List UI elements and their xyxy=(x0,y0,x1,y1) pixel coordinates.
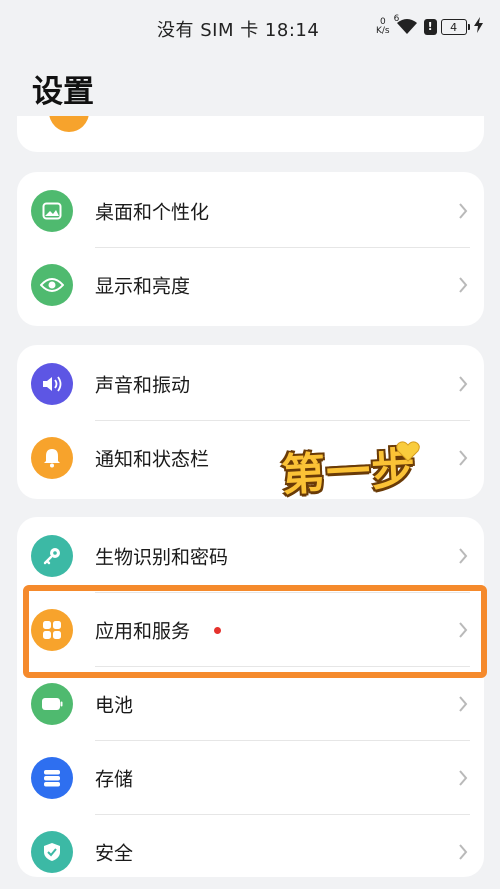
settings-item-battery[interactable]: 电池 xyxy=(17,667,484,741)
chevron-right-icon xyxy=(459,622,468,638)
carrier-time: 没有 SIM 卡 18:14 xyxy=(157,20,320,41)
settings-item-label: 生物识别和密码 xyxy=(95,546,229,569)
settings-item-label: 应用和服务 xyxy=(95,620,191,643)
settings-item-sound[interactable]: 声音和振动 xyxy=(17,347,484,421)
red-dot-badge xyxy=(214,627,221,634)
chevron-right-icon xyxy=(459,376,468,392)
wifi-label: 6 xyxy=(393,14,400,24)
chevron-right-icon xyxy=(459,696,468,712)
wifi-icon: 6 xyxy=(394,14,420,36)
battery-icon xyxy=(31,683,73,725)
settings-group-display: 桌面和个性化 显示和亮度 xyxy=(17,172,484,326)
speaker-icon xyxy=(31,363,73,405)
net-speed-indicator: 0 K/s xyxy=(376,18,390,36)
settings-item-label: 通知和状态栏 xyxy=(95,448,210,471)
battery-level: 4 xyxy=(440,19,467,35)
settings-item-storage[interactable]: 存储 xyxy=(17,741,484,815)
settings-item-label: 显示和亮度 xyxy=(95,275,191,298)
alert-icon: ! xyxy=(423,19,437,35)
settings-item-label: 桌面和个性化 xyxy=(95,201,210,224)
net-speed-unit: K/s xyxy=(376,26,390,36)
settings-item-biometrics[interactable]: 生物识别和密码 xyxy=(17,519,484,593)
bell-icon xyxy=(31,437,73,479)
partial-row-icon xyxy=(49,116,89,132)
chevron-right-icon xyxy=(459,203,468,219)
storage-icon xyxy=(31,757,73,799)
chevron-right-icon xyxy=(459,277,468,293)
chevron-right-icon xyxy=(459,548,468,564)
settings-item-security[interactable]: 安全 xyxy=(17,815,484,889)
chevron-right-icon xyxy=(459,844,468,860)
status-icons: 0 K/s 6 ! 4 xyxy=(376,14,483,38)
settings-item-label: 安全 xyxy=(95,842,134,865)
apps-icon xyxy=(31,609,73,651)
yellow-heart-icon xyxy=(396,441,420,462)
charging-icon xyxy=(473,17,483,37)
eye-icon xyxy=(31,264,73,306)
status-bar: 没有 SIM 卡 18:14 0 K/s 6 ! 4 xyxy=(0,0,500,56)
wallpaper-icon xyxy=(31,190,73,232)
chevron-right-icon xyxy=(459,770,468,786)
page-title: 设置 xyxy=(32,74,94,110)
chevron-right-icon xyxy=(459,450,468,466)
shield-icon xyxy=(31,831,73,873)
settings-item-wallpaper[interactable]: 桌面和个性化 xyxy=(17,174,484,248)
key-icon xyxy=(31,535,73,577)
settings-card-partial xyxy=(17,116,484,152)
settings-item-label: 电池 xyxy=(95,694,134,717)
battery-tip xyxy=(467,24,470,30)
settings-item-label: 存储 xyxy=(95,768,134,791)
settings-item-display[interactable]: 显示和亮度 xyxy=(17,248,484,322)
settings-item-apps[interactable]: 应用和服务 xyxy=(17,593,484,667)
settings-item-label: 声音和振动 xyxy=(95,374,191,397)
battery-indicator: 4 xyxy=(440,19,470,35)
settings-group-system: 生物识别和密码 应用和服务 电池 存储 安全 xyxy=(17,517,484,877)
